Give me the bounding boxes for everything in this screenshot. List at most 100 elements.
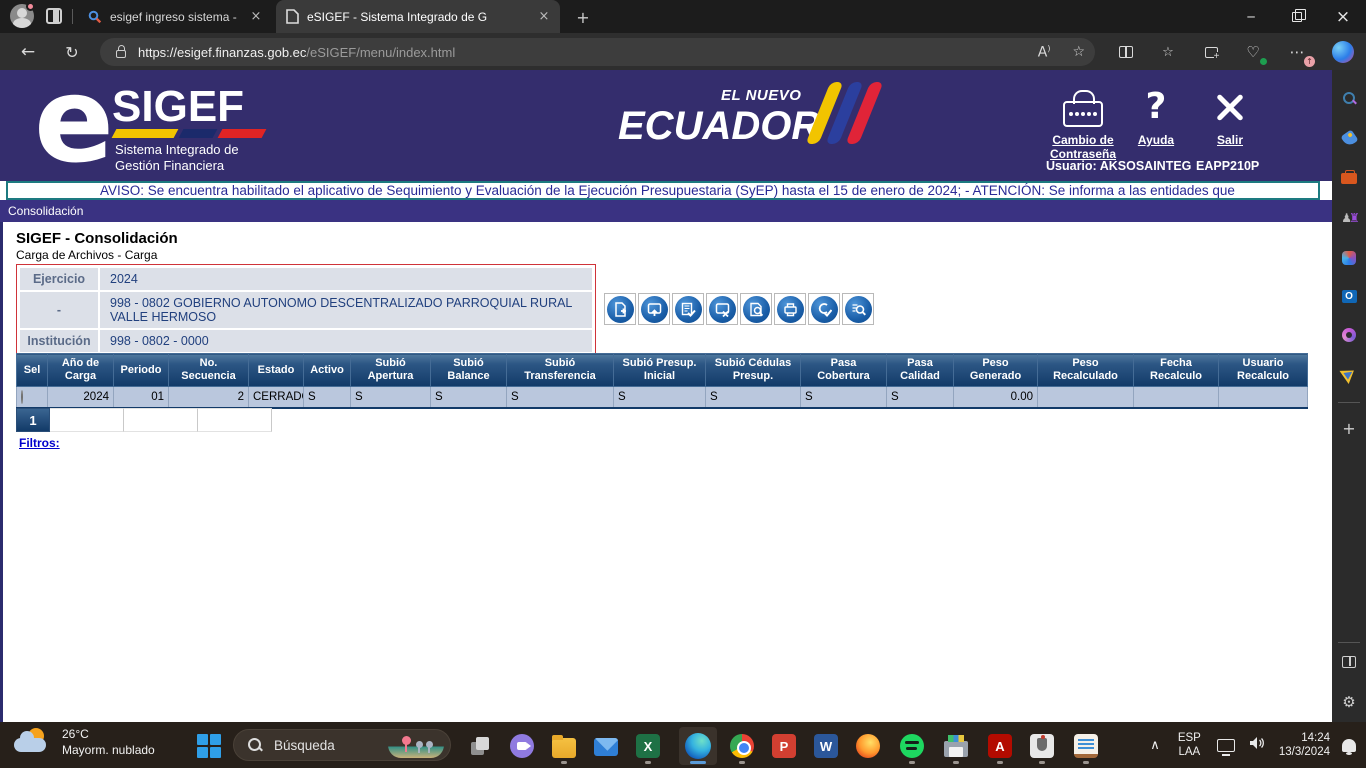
copilot-icon[interactable] xyxy=(1331,40,1355,64)
print-button[interactable] xyxy=(774,293,806,325)
exit-x-icon xyxy=(1215,92,1245,122)
app-java[interactable] xyxy=(1023,727,1061,765)
sidebar-tools-icon[interactable] xyxy=(1339,168,1359,188)
app-spotify[interactable] xyxy=(893,727,931,765)
read-aloud-icon[interactable]: A) xyxy=(1038,44,1051,61)
records-table: Sel Año deCarga Periodo No.Secuencia Est… xyxy=(16,353,1308,409)
password-lock-icon xyxy=(1063,101,1103,127)
minimize-button[interactable]: ─ xyxy=(1228,0,1274,33)
form-value-entidad: 998 - 0802 GOBIERNO AUTONOMO DESCENTRALI… xyxy=(100,292,592,328)
restore-button[interactable] xyxy=(1274,0,1320,33)
sidebar-search-icon[interactable] xyxy=(1339,88,1359,108)
tab-title: eSIGEF - Sistema Integrado de G xyxy=(307,10,528,24)
search-favicon-icon xyxy=(88,10,102,24)
user-label: Usuario: AKSOSAINTEG xyxy=(1046,159,1191,173)
new-tab-button[interactable]: + xyxy=(572,6,594,28)
app-mail[interactable] xyxy=(587,727,625,765)
sidebar-games-icon[interactable]: ♟♜ xyxy=(1339,208,1359,228)
view-details-icon xyxy=(743,296,770,323)
app-zoom[interactable] xyxy=(503,727,541,765)
upload-file-button[interactable] xyxy=(638,293,670,325)
exit-button[interactable]: Salir xyxy=(1182,85,1278,147)
form-row-institucion: Institución 998 - 0802 - 0000 xyxy=(20,330,592,352)
create-record-icon xyxy=(607,296,634,323)
tray-chevron-icon[interactable]: ∧ xyxy=(1150,738,1160,753)
sidebar-shopping-icon[interactable] xyxy=(1339,128,1359,148)
task-view-button[interactable] xyxy=(461,727,499,765)
sidebar-split-icon[interactable] xyxy=(1339,652,1359,672)
create-record-button[interactable] xyxy=(604,293,636,325)
confirm-load-button[interactable] xyxy=(808,293,840,325)
excel-icon: X xyxy=(636,734,660,758)
sidebar-settings-icon[interactable]: ⚙ xyxy=(1339,692,1359,712)
app-printer[interactable] xyxy=(937,727,975,765)
form-row-ejercicio: Ejercicio 2024 xyxy=(20,268,592,290)
logo-e: e xyxy=(34,74,110,174)
form-label: - xyxy=(20,292,98,328)
tab-title: esigef ingreso sistema - Búsqued xyxy=(110,10,240,24)
cell-periodo: 01 xyxy=(114,387,169,409)
pager-page-1[interactable]: 1 xyxy=(16,408,50,432)
esigef-page: e SIGEF Sistema Integrado deGestión Fina… xyxy=(0,70,1332,722)
form-value-ejercicio: 2024 xyxy=(100,268,592,290)
tab-search-results[interactable]: esigef ingreso sistema - Búsqued × xyxy=(78,0,272,33)
cell-fecha-recalculo xyxy=(1134,387,1219,409)
address-bar[interactable]: https://esigef.finanzas.gob.ec/eSIGEF/me… xyxy=(100,38,1095,66)
sidebar-loop-icon[interactable] xyxy=(1339,325,1359,345)
close-button[interactable]: × xyxy=(1320,0,1366,33)
app-excel[interactable]: X xyxy=(629,727,667,765)
logo-color-bars xyxy=(114,129,264,138)
sidebar-drop-icon[interactable] xyxy=(1339,364,1359,384)
notification-bell-icon[interactable] xyxy=(1342,739,1356,752)
app-acrobat[interactable]: A xyxy=(981,727,1019,765)
pdf-xchange-icon: P xyxy=(772,734,796,758)
search-icon xyxy=(248,738,262,752)
app-pdf-xchange[interactable]: P xyxy=(765,727,803,765)
validate-form-button[interactable] xyxy=(672,293,704,325)
taskbar-search[interactable]: Búsqueda xyxy=(233,729,451,761)
menu-item-consolidacion[interactable]: Consolidación xyxy=(8,204,83,218)
search-query-button[interactable] xyxy=(842,293,874,325)
app-file-explorer[interactable] xyxy=(545,727,583,765)
form-row-entidad: - 998 - 0802 GOBIERNO AUTONOMO DESCENTRA… xyxy=(20,292,592,328)
col-subio-apertura: SubióApertura xyxy=(351,354,431,387)
row-radio-button[interactable] xyxy=(21,390,23,404)
cell-pasa-calidad: S xyxy=(887,387,954,409)
weather-desc: Mayorm. nublado xyxy=(62,743,155,757)
app-edge[interactable] xyxy=(679,727,717,765)
validate-form-icon xyxy=(675,296,702,323)
cell-estado: CERRADO xyxy=(249,387,304,409)
keyboard-layout[interactable]: ESPLAA xyxy=(1178,731,1201,759)
delete-record-button[interactable] xyxy=(706,293,738,325)
edge-icon xyxy=(685,733,711,759)
settings-more-icon[interactable]: ⋯↑ xyxy=(1285,40,1309,64)
java-icon xyxy=(1030,734,1054,758)
sidebar-add-icon[interactable]: + xyxy=(1339,418,1359,438)
tab-close-icon[interactable]: × xyxy=(536,9,552,24)
sidebar-microsoft365-icon[interactable] xyxy=(1339,248,1359,268)
cell-subio-balance: S xyxy=(431,387,507,409)
app-notepad[interactable] xyxy=(1067,727,1105,765)
weather-widget[interactable]: 26°CMayorm. nublado xyxy=(12,726,155,758)
sidebar-outlook-icon[interactable]: O xyxy=(1339,286,1359,306)
workspaces-icon[interactable] xyxy=(46,8,62,24)
app-word[interactable]: W xyxy=(807,727,845,765)
app-firefox[interactable] xyxy=(849,727,887,765)
favorites-icon[interactable]: ☆ xyxy=(1156,40,1180,64)
context-form: Ejercicio 2024 - 998 - 0802 GOBIERNO AUT… xyxy=(16,264,596,356)
network-icon[interactable] xyxy=(1217,739,1235,752)
split-screen-icon[interactable] xyxy=(1114,40,1138,64)
collections-icon[interactable] xyxy=(1199,40,1223,64)
tab-close-icon[interactable]: × xyxy=(248,9,264,24)
app-chrome[interactable] xyxy=(723,727,761,765)
volume-icon[interactable] xyxy=(1249,736,1265,755)
favorite-star-icon[interactable]: ☆ xyxy=(1072,44,1085,60)
col-pasa-calidad: PasaCalidad xyxy=(887,354,954,387)
browser-essentials-icon[interactable]: ♡ xyxy=(1241,40,1265,64)
clock[interactable]: 14:2413/3/2024 xyxy=(1279,731,1330,759)
view-details-button[interactable] xyxy=(740,293,772,325)
tab-esigef[interactable]: eSIGEF - Sistema Integrado de G × xyxy=(276,0,560,33)
filters-link[interactable]: Filtros: xyxy=(19,436,60,450)
divider xyxy=(72,9,73,24)
start-button[interactable] xyxy=(190,727,228,765)
